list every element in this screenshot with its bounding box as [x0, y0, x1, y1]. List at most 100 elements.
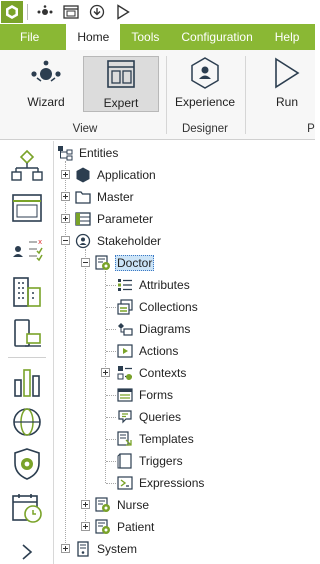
- experience-icon: [190, 56, 220, 90]
- entity-tree: Entities Application Master Parameter St…: [55, 141, 315, 564]
- tree-connector: [106, 351, 116, 352]
- window-form-icon[interactable]: [8, 189, 46, 227]
- window-layout-icon[interactable]: [58, 1, 84, 23]
- tree-label: Queries: [139, 410, 182, 424]
- ribbon-group-view: View: [72, 123, 98, 135]
- expert-label: Expert: [103, 96, 139, 110]
- menu-bar: File Home Tools Configuration Help: [0, 24, 315, 50]
- app-logo-icon[interactable]: [1, 1, 23, 23]
- security-shield-icon[interactable]: [8, 445, 46, 483]
- expert-button[interactable]: Expert: [83, 56, 159, 112]
- chevron-right-icon[interactable]: [8, 533, 46, 564]
- sidebar-separator: [8, 357, 46, 358]
- tree-node-templates[interactable]: Templates: [117, 429, 196, 449]
- diagram-icon: [117, 321, 133, 337]
- entity-doc-icon: [95, 497, 111, 513]
- expert-icon: [106, 57, 136, 91]
- contexts-icon: [117, 365, 133, 381]
- trigger-icon: [117, 453, 133, 469]
- buildings-icon[interactable]: [8, 273, 46, 311]
- run-icon: [273, 56, 301, 90]
- tree-label: Diagrams: [139, 322, 191, 336]
- menu-tools[interactable]: Tools: [120, 24, 170, 50]
- tree-connector: [106, 417, 116, 418]
- tree-label: Forms: [139, 388, 173, 402]
- menu-help[interactable]: Help: [264, 24, 311, 50]
- tree-connector: [106, 461, 116, 462]
- run-button[interactable]: Run: [262, 56, 312, 112]
- expand-master[interactable]: [61, 192, 70, 201]
- tree-node-entities[interactable]: Entities: [57, 143, 120, 163]
- tree-label: Templates: [139, 432, 194, 446]
- globe-icon[interactable]: [8, 403, 46, 441]
- expand-nurse[interactable]: [81, 500, 90, 509]
- tree-connector: [106, 395, 116, 396]
- svg-text:x: x: [38, 238, 42, 246]
- wizard-label: Wizard: [27, 95, 65, 109]
- tree-label: System: [97, 542, 138, 556]
- bar-chart-icon[interactable]: [8, 363, 46, 401]
- tree-node-triggers[interactable]: Triggers: [117, 451, 185, 471]
- run-quick-icon[interactable]: [110, 1, 136, 23]
- attributes-list-icon: [117, 277, 133, 293]
- tree-node-collections[interactable]: Collections: [117, 297, 200, 317]
- wizard-icon: [29, 56, 63, 90]
- expand-parameter[interactable]: [61, 214, 70, 223]
- tree-label: Actions: [139, 344, 179, 358]
- tree-node-attributes[interactable]: Attributes: [117, 275, 192, 295]
- diagram-flow-icon[interactable]: [8, 147, 46, 185]
- title-bar: [0, 0, 315, 24]
- expression-icon: [117, 475, 133, 491]
- tree-label: Nurse: [117, 498, 150, 512]
- tree-node-parameter[interactable]: Parameter: [75, 209, 155, 229]
- tree-label: Parameter: [97, 212, 154, 226]
- menu-configuration[interactable]: Configuration: [170, 24, 263, 50]
- expand-patient[interactable]: [81, 522, 90, 531]
- tree-connector: [85, 249, 86, 529]
- tree-connector: [106, 439, 116, 440]
- ribbon-divider: [245, 56, 246, 134]
- ribbon: Wizard Expert Experience Run View Design…: [0, 50, 315, 140]
- collapse-stakeholder[interactable]: [61, 236, 70, 245]
- tree-node-patient[interactable]: Patient: [95, 517, 156, 537]
- tree-label: Stakeholder: [97, 234, 162, 248]
- tree-node-diagrams[interactable]: Diagrams: [117, 319, 192, 339]
- tree-connector: [106, 307, 116, 308]
- wizard-quick-icon[interactable]: [32, 1, 58, 23]
- menu-home[interactable]: Home: [66, 24, 121, 50]
- menu-file[interactable]: File: [0, 24, 52, 50]
- calendar-clock-icon[interactable]: [8, 489, 46, 527]
- ribbon-divider: [166, 56, 167, 134]
- expand-contexts[interactable]: [101, 368, 110, 377]
- tree-node-contexts[interactable]: Contexts: [117, 363, 188, 383]
- tree-node-actions[interactable]: Actions: [117, 341, 180, 361]
- tree-node-nurse[interactable]: Nurse: [95, 495, 151, 515]
- tree-node-expressions[interactable]: Expressions: [117, 473, 206, 493]
- tree-label: Triggers: [139, 454, 183, 468]
- devices-icon[interactable]: [8, 315, 46, 353]
- tree-connector: [106, 329, 116, 330]
- download-icon[interactable]: [84, 1, 110, 23]
- expand-application[interactable]: [61, 170, 70, 179]
- tree-node-master[interactable]: Master: [75, 187, 136, 207]
- collapse-doctor[interactable]: [81, 258, 90, 267]
- checklist-users-icon[interactable]: x: [8, 231, 46, 269]
- hexagon-icon: [75, 167, 91, 183]
- tree-node-doctor[interactable]: Doctor: [95, 253, 155, 273]
- tree-node-forms[interactable]: Forms: [117, 385, 175, 405]
- tree-node-application[interactable]: Application: [75, 165, 158, 185]
- tree-connector: [106, 483, 116, 484]
- entity-doc-icon: [95, 255, 111, 271]
- folder-icon: [75, 189, 91, 205]
- tree-label: Patient: [117, 520, 155, 534]
- action-play-icon: [117, 343, 133, 359]
- tree-label: Attributes: [139, 278, 190, 292]
- wizard-button[interactable]: Wizard: [14, 56, 78, 112]
- tree-node-stakeholder[interactable]: Stakeholder: [75, 231, 163, 251]
- tree-node-system[interactable]: System: [75, 539, 139, 559]
- expand-system[interactable]: [61, 544, 70, 553]
- experience-label: Experience: [174, 95, 236, 109]
- tree-node-queries[interactable]: Queries: [117, 407, 183, 427]
- experience-button[interactable]: Experience: [171, 56, 239, 112]
- query-icon: [117, 409, 133, 425]
